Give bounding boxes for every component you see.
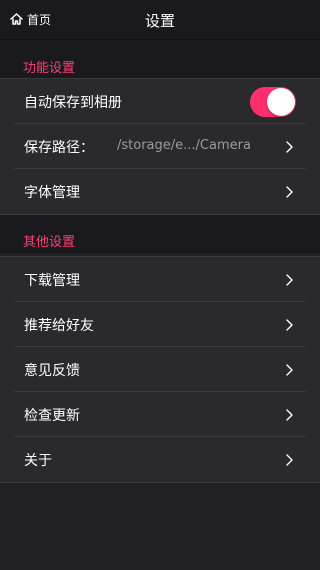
section-title-function: 功能设置 bbox=[23, 61, 76, 76]
save-path-value: /storage/e.../Camera bbox=[117, 138, 251, 153]
chevron-right-icon bbox=[286, 274, 293, 286]
list-item-download-manage[interactable]: 下载管理 bbox=[0, 257, 320, 302]
font-manage-row[interactable]: 字体管理 bbox=[0, 169, 320, 214]
toggle-knob bbox=[267, 88, 295, 116]
save-path-label: 保存路径： bbox=[24, 140, 94, 156]
section-header-other: 其他设置 bbox=[0, 215, 320, 253]
font-manage-label: 字体管理 bbox=[24, 185, 80, 201]
page-title: 设置 bbox=[144, 12, 175, 30]
chevron-right-icon bbox=[286, 319, 293, 331]
chevron-right-icon bbox=[286, 141, 293, 153]
feedback-label: 意见反馈 bbox=[24, 363, 80, 379]
download-manage-label: 下载管理 bbox=[24, 273, 80, 289]
top-bar: 首页 设置 bbox=[0, 0, 320, 40]
section-header-function: 功能设置 bbox=[0, 40, 320, 78]
about-label: 关于 bbox=[24, 453, 52, 469]
chevron-right-icon bbox=[286, 364, 293, 376]
check-update-label: 检查更新 bbox=[24, 408, 80, 424]
chevron-right-icon bbox=[286, 409, 293, 421]
list-item-feedback[interactable]: 意见反馈 bbox=[0, 347, 320, 392]
chevron-right-icon bbox=[286, 454, 293, 466]
chevron-right-icon bbox=[286, 186, 293, 198]
save-path-row[interactable]: 保存路径： /storage/e.../Camera bbox=[0, 124, 320, 169]
recommend-label: 推荐给好友 bbox=[24, 318, 94, 334]
page-background bbox=[0, 483, 320, 570]
auto-save-row: 自动保存到相册 bbox=[0, 79, 320, 124]
list-item-about[interactable]: 关于 bbox=[0, 437, 320, 482]
section-title-other: 其他设置 bbox=[23, 235, 76, 250]
other-settings-group: 下载管理 推荐给好友 意见反馈 检查更新 关于 bbox=[0, 256, 320, 483]
list-item-recommend[interactable]: 推荐给好友 bbox=[0, 302, 320, 347]
list-item-check-update[interactable]: 检查更新 bbox=[0, 392, 320, 437]
auto-save-label: 自动保存到相册 bbox=[24, 95, 122, 111]
function-settings-group: 自动保存到相册 保存路径： /storage/e.../Camera 字体管理 bbox=[0, 78, 320, 215]
auto-save-toggle[interactable] bbox=[250, 87, 296, 117]
